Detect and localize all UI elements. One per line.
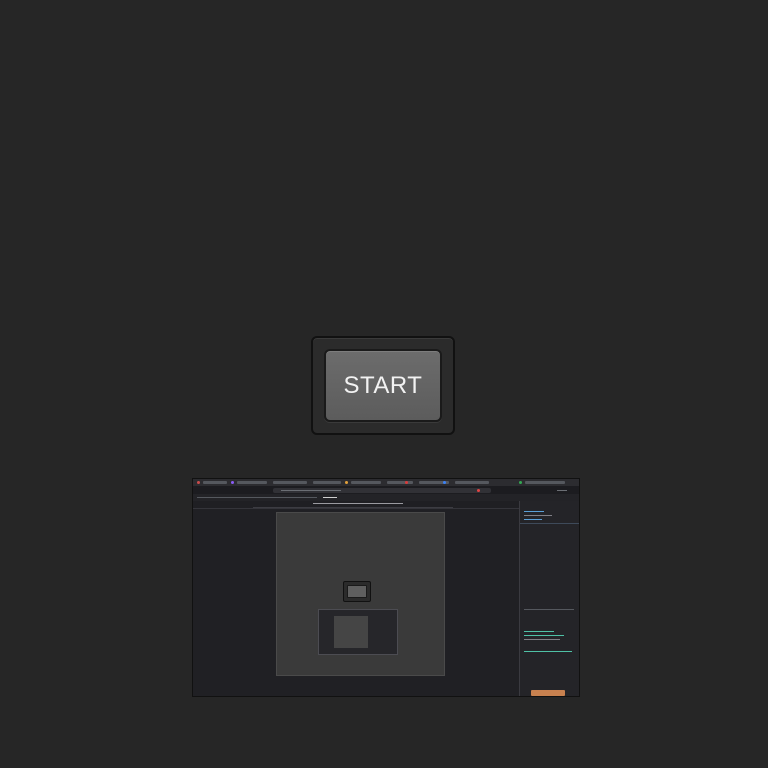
bookmark-item (323, 497, 337, 498)
screenshot-thumbnail (192, 478, 580, 697)
tab-favicon-icon (519, 481, 522, 484)
thumbnail-start-button (343, 581, 371, 602)
thumbnail-address-bar (193, 486, 579, 494)
tab-favicon-icon (231, 481, 234, 484)
code-line (524, 639, 560, 640)
thumbnail-tab-bar (193, 479, 579, 486)
thumbnail-tab (351, 481, 381, 484)
thumbnail-tab (387, 481, 413, 484)
ruler-line (253, 507, 453, 508)
thumbnail-tab (455, 481, 489, 484)
start-button-frame: START (311, 336, 455, 435)
thumbnail-tab (203, 481, 227, 484)
bookmark-items (197, 497, 317, 498)
url-text-line (281, 490, 341, 491)
thumbnail-nested-screenshot (318, 609, 398, 655)
tab-favicon-icon (345, 481, 348, 484)
code-line (524, 651, 572, 652)
toolbar-icons (557, 490, 567, 491)
code-line (524, 519, 542, 520)
tab-favicon-icon (405, 481, 408, 484)
code-line (524, 515, 552, 516)
tab-favicon-icon (197, 481, 200, 484)
code-line (524, 635, 564, 636)
styles-tabs (524, 609, 574, 610)
thumbnail-url-field (273, 488, 491, 493)
thumbnail-start-face (347, 585, 367, 598)
thumbnail-tab (525, 481, 565, 484)
record-icon (477, 489, 480, 492)
device-toolbar-text (313, 503, 403, 504)
thumbnail-devtools-panel (519, 501, 579, 696)
code-line (524, 511, 544, 512)
code-line (524, 631, 554, 632)
thumbnail-devtools-toolbar (193, 501, 519, 509)
start-button[interactable]: START (324, 349, 442, 422)
app-canvas: START (0, 0, 768, 768)
tab-favicon-icon (443, 481, 446, 484)
nested-viewport (334, 616, 368, 648)
thumbnail-tab (313, 481, 341, 484)
thumbnail-box-model (531, 690, 565, 696)
selected-line (520, 523, 579, 524)
thumbnail-viewport (276, 512, 445, 676)
thumbnail-bookmarks-bar (193, 494, 579, 501)
thumbnail-tab (237, 481, 267, 484)
thumbnail-tab (273, 481, 307, 484)
